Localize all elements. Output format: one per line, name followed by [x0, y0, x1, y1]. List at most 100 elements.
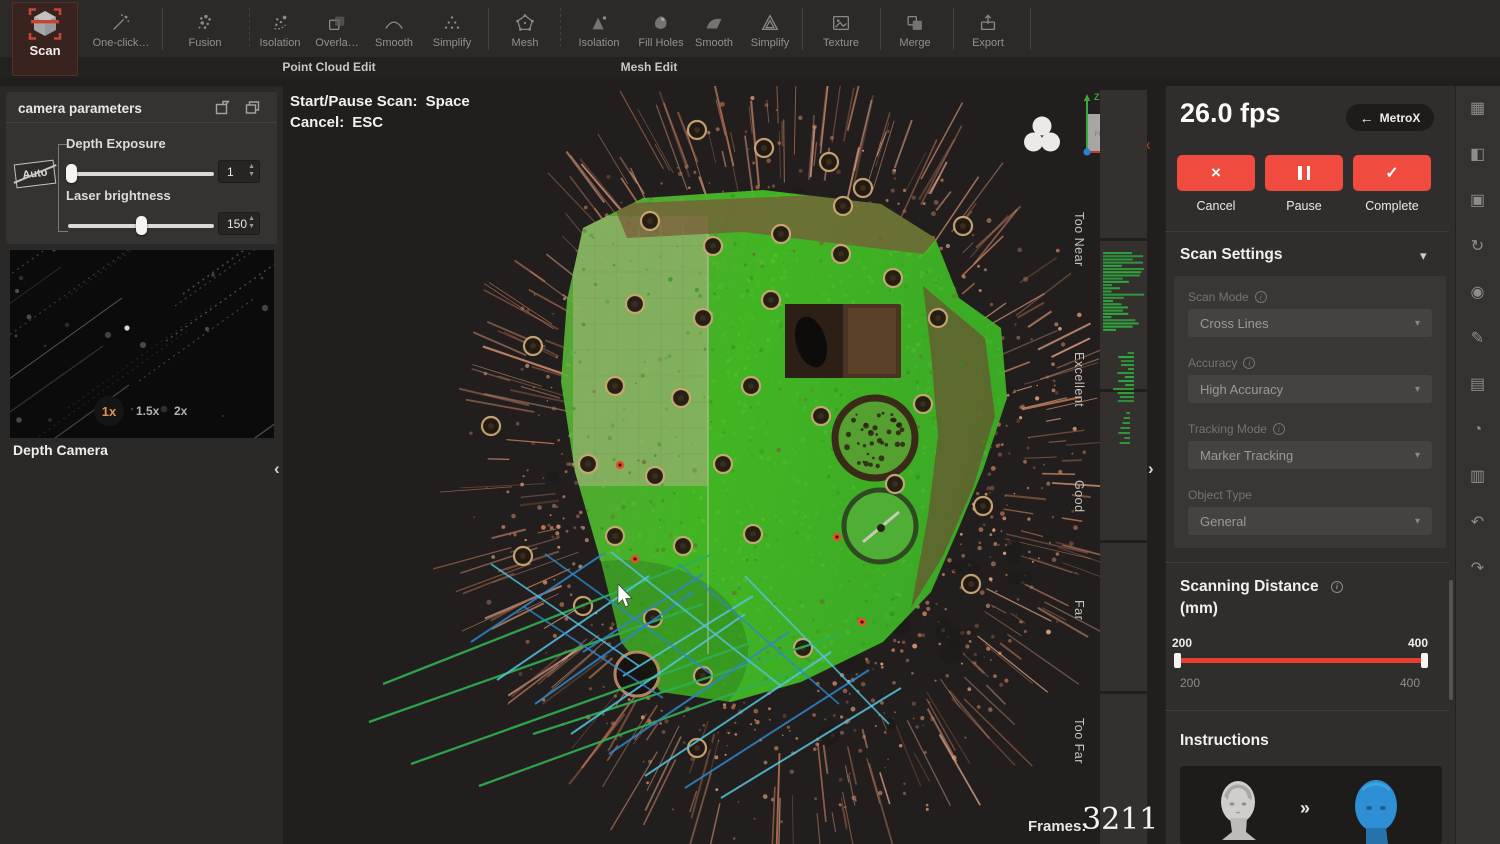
depth-exposure-slider-handle[interactable]	[66, 164, 77, 183]
selection-icon[interactable]: ▣	[1464, 186, 1491, 213]
fusion-icon	[194, 12, 216, 34]
info-icon[interactable]: i	[1243, 357, 1255, 369]
scan-settings-card: Scan Modei Cross Lines▾ Accuracyi High A…	[1174, 276, 1446, 548]
depth-exposure-spinner[interactable]: ▲▼	[248, 163, 255, 179]
point-cloud-edit-group-label: Point Cloud Edit	[176, 60, 482, 74]
pause-scan-button[interactable]	[1265, 155, 1343, 191]
info-icon[interactable]: i	[1273, 423, 1285, 435]
overlap-icon	[326, 12, 348, 34]
hint-cancel: Cancel:ESC	[290, 114, 383, 131]
color-cluster-icon[interactable]	[1022, 113, 1062, 159]
mesh-smooth-button[interactable]: Smooth	[686, 4, 742, 56]
scanning-distance-title: Scanning Distance i	[1180, 578, 1343, 596]
texture-button[interactable]: Texture	[810, 4, 872, 56]
fill-holes-button[interactable]: Fill Holes	[628, 4, 694, 56]
pc-isolation-button[interactable]: Isolation	[252, 4, 308, 56]
depth-camera-preview: 1x 1.5x 2x	[10, 250, 274, 438]
mesh-edit-group-label: Mesh Edit	[498, 60, 800, 74]
caret-down-icon: ▾	[1415, 450, 1420, 461]
scan-mode-select[interactable]: Cross Lines▾	[1188, 309, 1432, 337]
right-panel-scrollbar[interactable]	[1449, 580, 1453, 700]
mesh-button[interactable]: Mesh	[498, 4, 552, 56]
accuracy-select[interactable]: High Accuracy▾	[1188, 375, 1432, 403]
rotate-view-icon[interactable]: ↻	[1464, 232, 1491, 259]
rows-icon[interactable]: ▥	[1464, 462, 1491, 489]
depth-exposure-label: Depth Exposure	[66, 136, 166, 151]
merge-button[interactable]: Merge	[886, 4, 944, 56]
accuracy-label: Accuracyi	[1188, 356, 1255, 370]
pc-fusion-button[interactable]: Fusion	[176, 4, 234, 56]
object-type-select[interactable]: General▾	[1188, 507, 1432, 535]
quality-label-excellent: Excellent	[1072, 352, 1086, 407]
distance-max-label: 400	[1400, 676, 1420, 690]
tracking-mode-select[interactable]: Marker Tracking▾	[1188, 441, 1432, 469]
tracking-mode-label: Tracking Modei	[1188, 422, 1285, 436]
annotate-icon[interactable]: ✎	[1464, 324, 1491, 351]
scan-cube-icon	[27, 7, 63, 41]
pc-overlap-button[interactable]: Overla…	[309, 4, 365, 56]
layers-icon[interactable]: ▤	[1464, 370, 1491, 397]
redo-icon[interactable]: ↷	[1464, 554, 1491, 581]
distance-max-handle[interactable]	[1421, 653, 1428, 668]
scanning-distance-unit: (mm)	[1180, 600, 1218, 618]
depth-camera-zoom-2x[interactable]: 2x	[174, 404, 187, 418]
toolbar-divider	[488, 8, 489, 50]
caret-down-icon: ▾	[1415, 384, 1420, 395]
collapse-scan-settings-chevron[interactable]: ▾	[1420, 248, 1427, 264]
card-divider	[6, 122, 277, 123]
pc-simplify-button[interactable]: Simplify	[423, 4, 481, 56]
scan-mode-label: Scan Modei	[1188, 290, 1267, 304]
magic-wand-icon	[110, 12, 132, 34]
caret-down-icon: ▾	[1415, 318, 1420, 329]
split-view-icon[interactable]: ◧	[1464, 140, 1491, 167]
expand-right-panel-chevron[interactable]: ›	[1148, 460, 1154, 477]
laser-brightness-spinner[interactable]: ▲▼	[248, 215, 255, 231]
auto-toggle-button[interactable]: Auto	[14, 160, 57, 189]
instructions-title: Instructions	[1180, 732, 1269, 750]
scanned-head-image	[1338, 774, 1414, 844]
depth-camera-zoom-1-5x[interactable]: 1.5x	[136, 404, 159, 418]
laser-brightness-value[interactable]: 150 ▲▼	[218, 212, 260, 235]
mesh-isolation-button[interactable]: Isolation	[570, 4, 628, 56]
collapse-left-panel-chevron[interactable]: ‹	[274, 460, 280, 477]
distance-min-handle[interactable]	[1174, 653, 1181, 668]
frames-value: 3211	[1082, 802, 1158, 837]
hint-start-label: Start/Pause Scan:	[290, 93, 418, 110]
popout-window-icon[interactable]	[214, 99, 231, 121]
texture-icon	[830, 12, 852, 34]
pc-smooth-button[interactable]: Smooth	[366, 4, 422, 56]
complete-scan-button[interactable]: ✓	[1353, 155, 1431, 191]
frames-label: Frames:	[1028, 818, 1086, 835]
one-click-button[interactable]: One-click…	[88, 4, 154, 56]
back-to-metrox-button[interactable]: ← MetroX	[1346, 104, 1434, 131]
info-icon[interactable]: i	[1331, 581, 1343, 593]
hint-start: Start/Pause Scan: Space	[290, 93, 470, 110]
export-button[interactable]: Export	[958, 4, 1018, 56]
section-divider	[1165, 562, 1449, 563]
complete-button-label: Complete	[1353, 199, 1431, 213]
cascade-windows-icon[interactable]	[244, 99, 261, 121]
tab-scan[interactable]: Scan	[12, 2, 78, 76]
info-icon[interactable]: i	[1255, 291, 1267, 303]
laser-brightness-slider[interactable]	[68, 224, 214, 228]
timer-icon[interactable]: ◔	[1464, 416, 1491, 443]
distance-min-value: 200	[1172, 636, 1192, 650]
undo-icon[interactable]: ↶	[1464, 508, 1491, 535]
cancel-scan-button[interactable]: ×	[1177, 155, 1255, 191]
hint-start-key: Space	[426, 93, 470, 110]
distance-min-label: 200	[1180, 676, 1200, 690]
scanning-distance-slider[interactable]	[1178, 658, 1424, 663]
mesh-simplify-button[interactable]: Simplify	[741, 4, 799, 56]
scan-settings-title: Scan Settings	[1180, 246, 1283, 264]
depth-quality-histogram	[1100, 90, 1150, 844]
laser-brightness-slider-handle[interactable]	[136, 216, 147, 235]
depth-exposure-value[interactable]: 1 ▲▼	[218, 160, 260, 183]
target-icon[interactable]: ◉	[1464, 278, 1491, 305]
point-cloud-canvas[interactable]	[283, 86, 1165, 844]
depth-camera-label: Depth Camera	[13, 442, 108, 458]
smooth-curve-icon	[383, 12, 405, 34]
grid-view-icon[interactable]: ▦	[1464, 94, 1491, 121]
depth-exposure-slider[interactable]	[68, 172, 214, 176]
depth-camera-zoom-1x[interactable]: 1x	[94, 396, 124, 426]
toolbar-divider	[162, 8, 163, 50]
